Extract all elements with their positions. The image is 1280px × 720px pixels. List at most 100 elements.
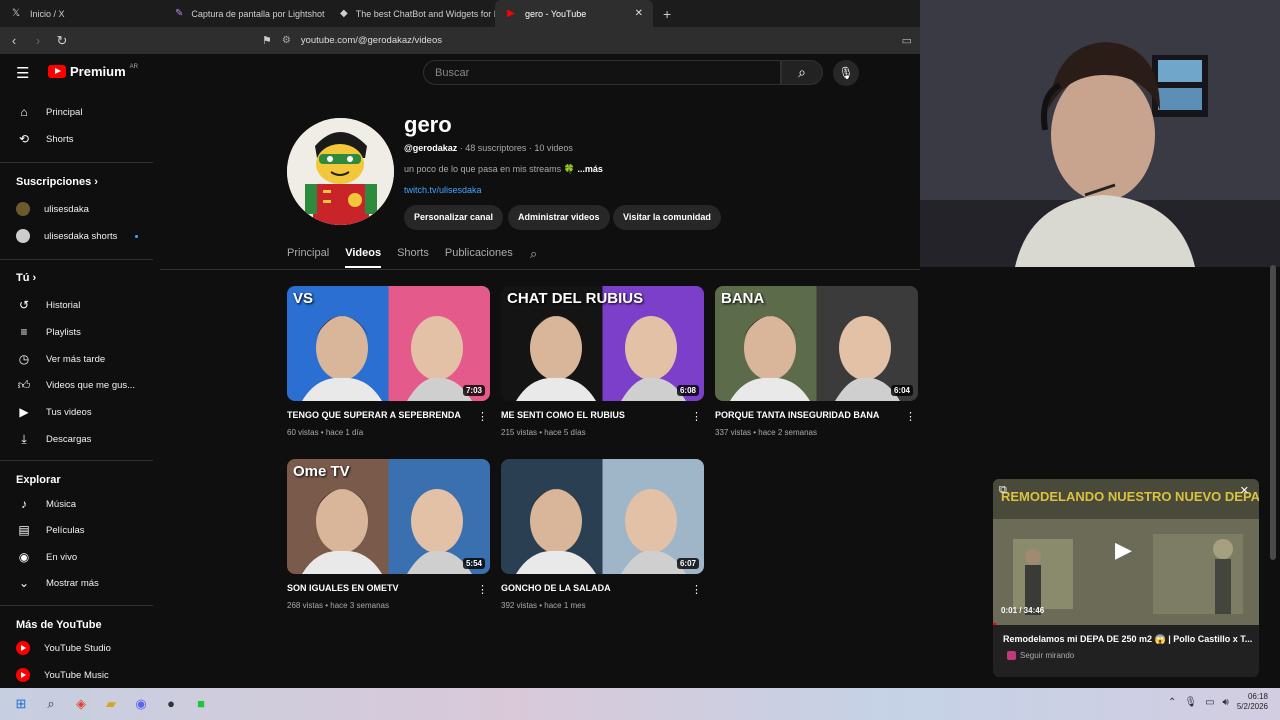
explore-heading: Explorar bbox=[16, 474, 61, 486]
video-duration: 6:04 bbox=[890, 385, 913, 396]
search-icon[interactable]: ⌕ bbox=[38, 691, 64, 717]
tab-shorts[interactable]: Shorts bbox=[397, 247, 429, 268]
avatar bbox=[16, 229, 30, 243]
search-button[interactable]: ⌕ bbox=[781, 60, 823, 85]
sidebar-item-mostrar-mas[interactable]: ⌄ Mostrar más bbox=[16, 574, 99, 592]
manage-videos-button[interactable]: Administrar videos bbox=[508, 205, 610, 230]
more-options-icon[interactable]: ⋮ bbox=[477, 583, 488, 596]
channel-description[interactable]: un poco de lo que pasa en mis streams 🍀 … bbox=[404, 164, 603, 175]
sidebar-item-youtube-music[interactable]: YouTube Music bbox=[16, 666, 109, 684]
video-card[interactable]: CHAT DEL RUBIUS 6:08 ME SENTI COMO EL RUBI… bbox=[501, 286, 704, 437]
sidebar-item-principal[interactable]: ⌂ Principal bbox=[16, 103, 82, 121]
chevron-up-icon[interactable]: ⌃ bbox=[1168, 697, 1176, 708]
microphone-icon[interactable]: 🎙 bbox=[1184, 697, 1197, 708]
sidebar-item-peliculas[interactable]: ▤ Películas bbox=[16, 521, 84, 539]
tab-principal[interactable]: Principal bbox=[287, 247, 329, 268]
channel-search-icon[interactable]: ⌕ bbox=[530, 246, 537, 262]
sidebar-item-shorts[interactable]: ⟲ Shorts bbox=[16, 130, 74, 148]
sidebar-item-liked-videos[interactable]: 👍︎ Videos que me gus... bbox=[16, 376, 135, 394]
video-title[interactable]: TENGO QUE SUPERAR A SEPEBRENDA bbox=[287, 410, 490, 420]
obs-icon[interactable]: ● bbox=[158, 691, 184, 717]
sidebar-item-ulisesdaka[interactable]: ulisesdaka bbox=[16, 200, 89, 218]
avatar bbox=[16, 202, 30, 216]
cast-icon[interactable]: ▭ bbox=[902, 34, 912, 47]
miniplayer-title[interactable]: Remodelamos mi DEPA DE 250 m2 😱 | Pollo … bbox=[1003, 634, 1253, 645]
sidebar-item-label: ulisesdaka shorts bbox=[44, 230, 118, 242]
feather-icon: ✎ bbox=[175, 8, 184, 19]
start-icon[interactable]: ⊞ bbox=[8, 691, 34, 717]
you-heading[interactable]: Tú › bbox=[16, 272, 36, 284]
browser-tab-bar: 𝕏 Inicio / X ✎ Captura de pantalla por Lig… bbox=[0, 0, 920, 27]
sidebar-item-tus-videos[interactable]: ▶ Tus videos bbox=[16, 403, 91, 421]
sidebar-item-en-vivo[interactable]: ◉ En vivo bbox=[16, 548, 77, 566]
channel-link[interactable]: twitch.tv/ulisesdaka bbox=[404, 185, 482, 195]
video-card[interactable]: Ome TV 5:54 SON IGUALES EN OMETV 268 vistas… bbox=[287, 459, 490, 610]
clock[interactable]: 06:18 5/2/2026 bbox=[1237, 692, 1268, 712]
tab-x[interactable]: 𝕏 Inicio / X bbox=[0, 0, 165, 27]
tab-publicaciones[interactable]: Publicaciones bbox=[445, 247, 513, 268]
sidebar-item-descargas[interactable]: ⤓ Descargas bbox=[16, 430, 91, 448]
tab-chatbot[interactable]: ◆ The best ChatBot and Widgets for Ki bbox=[330, 0, 495, 27]
video-thumbnail[interactable]: VS 7:03 bbox=[287, 286, 490, 401]
green-app-icon[interactable]: ■ bbox=[188, 691, 214, 717]
more-options-icon[interactable]: ⋮ bbox=[477, 410, 488, 423]
back-icon[interactable]: ‹ bbox=[4, 33, 24, 48]
video-thumbnail[interactable]: BANA 6:04 bbox=[715, 286, 918, 401]
more-options-icon[interactable]: ⋮ bbox=[691, 410, 702, 423]
video-card[interactable]: VS 7:03 TENGO QUE SUPERAR A SEPEBRENDA 60 v… bbox=[287, 286, 490, 437]
thumbnail-overlay-text: Ome TV bbox=[293, 463, 350, 480]
video-title[interactable]: ME SENTI COMO EL RUBIUS bbox=[501, 410, 704, 420]
video-card[interactable]: 6:07 GONCHO DE LA SALADA 392 vistas • hace… bbox=[501, 459, 704, 610]
site-settings-icon[interactable]: ⚙ bbox=[282, 35, 291, 46]
video-title[interactable]: PORQUE TANTA INSEGURIDAD BANA bbox=[715, 410, 918, 420]
close-icon[interactable]: ✕ bbox=[1240, 484, 1249, 497]
play-icon[interactable]: ▶ bbox=[1115, 537, 1132, 563]
visit-community-button[interactable]: Visitar la comunidad bbox=[613, 205, 721, 230]
search-input[interactable]: Buscar bbox=[423, 60, 781, 85]
video-title[interactable]: SON IGUALES EN OMETV bbox=[287, 583, 490, 593]
address-bar: ‹ › ↻ ⚑ ⚙ youtube.com/@gerodakaz/videos … bbox=[0, 27, 920, 54]
tab-youtube[interactable]: ▶ gero - YouTube ✕ bbox=[495, 0, 653, 27]
sidebar-item-label: Playlists bbox=[46, 326, 81, 338]
video-duration: 6:08 bbox=[676, 385, 699, 396]
bookmark-icon[interactable]: ⚑ bbox=[262, 34, 272, 47]
network-icon[interactable]: ▭ bbox=[1205, 697, 1214, 708]
clock-date: 5/2/2026 bbox=[1236, 702, 1268, 711]
file-explorer-icon[interactable]: ▰ bbox=[98, 691, 124, 717]
more-options-icon[interactable]: ⋮ bbox=[691, 583, 702, 596]
volume-icon[interactable]: 🔊︎ bbox=[1223, 697, 1229, 708]
more-options-icon[interactable]: ⋮ bbox=[905, 410, 916, 423]
miniplayer[interactable]: REMODELANDO NUESTRO NUEVO DEPA ⧉ ✕ ▶ 0:0… bbox=[993, 479, 1259, 677]
reload-icon[interactable]: ↻ bbox=[52, 33, 72, 49]
sidebar-item-youtube-studio[interactable]: YouTube Studio bbox=[16, 639, 111, 657]
tab-lightshot[interactable]: ✎ Captura de pantalla por Lightshot bbox=[165, 0, 330, 27]
video-title[interactable]: GONCHO DE LA SALADA bbox=[501, 583, 704, 593]
sidebar-item-musica[interactable]: ♪ Música bbox=[16, 495, 76, 513]
customize-channel-button[interactable]: Personalizar canal bbox=[404, 205, 504, 230]
url-field[interactable]: ⚑ ⚙ youtube.com/@gerodakaz/videos bbox=[262, 34, 442, 47]
page-scrollbar[interactable] bbox=[1270, 265, 1276, 560]
miniplayer-video[interactable]: REMODELANDO NUESTRO NUEVO DEPA ⧉ ✕ ▶ 0:0… bbox=[993, 479, 1259, 625]
channel-avatar[interactable] bbox=[287, 118, 394, 225]
more-link[interactable]: ...más bbox=[577, 164, 603, 174]
sidebar-item-ver-mas-tarde[interactable]: ◷ Ver más tarde bbox=[16, 350, 105, 368]
brave-browser-icon[interactable]: ◈ bbox=[68, 691, 94, 717]
close-icon[interactable]: ✕ bbox=[635, 8, 643, 19]
expand-icon[interactable]: ⧉ bbox=[999, 484, 1007, 497]
video-thumbnail[interactable]: 6:07 bbox=[501, 459, 704, 574]
new-tab-button[interactable]: + bbox=[653, 6, 681, 22]
tab-videos[interactable]: Videos bbox=[345, 247, 382, 268]
sidebar-item-historial[interactable]: ↺ Historial bbox=[16, 296, 80, 314]
video-thumbnail[interactable]: Ome TV 5:54 bbox=[287, 459, 490, 574]
thumbnail-figures bbox=[302, 316, 472, 401]
subscriptions-heading[interactable]: Suscripciones › bbox=[16, 176, 98, 188]
discord-icon[interactable]: ◉ bbox=[128, 691, 154, 717]
chevron-right-icon: › bbox=[94, 176, 98, 188]
voice-search-button[interactable]: 🎙 bbox=[833, 60, 859, 86]
video-card[interactable]: BANA 6:04 PORQUE TANTA INSEGURIDAD BANA 337… bbox=[715, 286, 918, 437]
sidebar-item-ulisesdaka-shorts[interactable]: ulisesdaka shorts bbox=[16, 227, 139, 245]
forward-icon[interactable]: › bbox=[28, 33, 48, 48]
video-thumbnail[interactable]: CHAT DEL RUBIUS 6:08 bbox=[501, 286, 704, 401]
divider bbox=[0, 605, 153, 606]
sidebar-item-playlists[interactable]: ≡ Playlists bbox=[16, 323, 81, 341]
